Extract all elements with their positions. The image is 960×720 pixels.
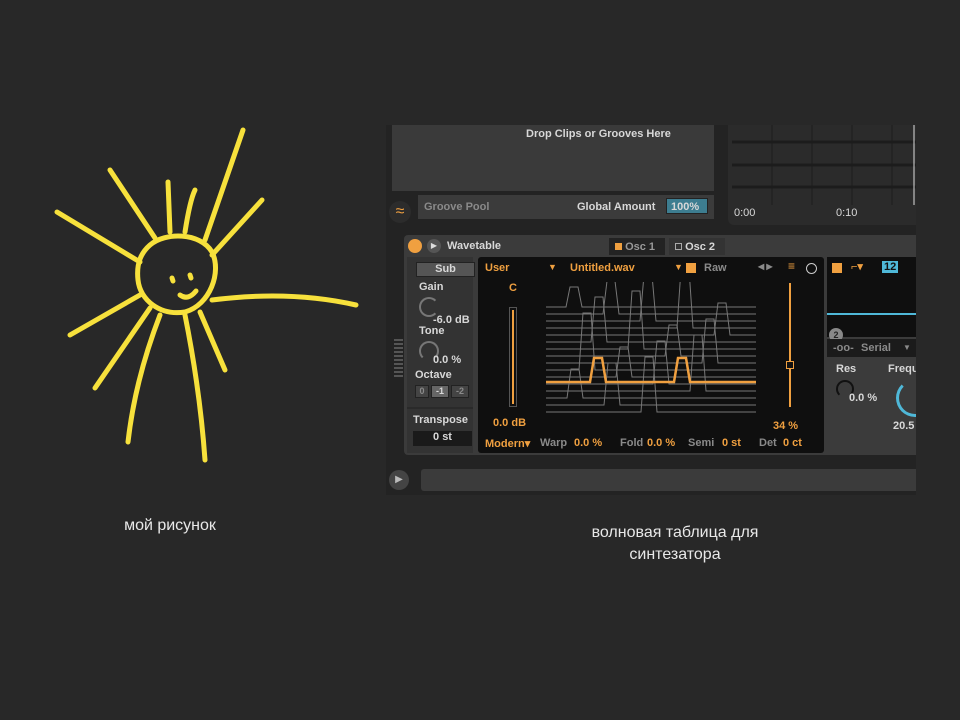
sun-eye bbox=[187, 272, 194, 281]
device-title: Wavetable bbox=[447, 240, 502, 252]
warp-value[interactable]: 0.0 % bbox=[574, 437, 602, 449]
chevron-down-icon[interactable]: ▼ bbox=[674, 262, 683, 272]
chevron-down-icon[interactable]: ▼ bbox=[903, 343, 911, 352]
transpose-label: Transpose bbox=[413, 414, 469, 426]
resize-handle[interactable] bbox=[394, 339, 403, 379]
sun-mouth bbox=[177, 288, 199, 300]
clip-bar[interactable] bbox=[421, 469, 916, 491]
freq-value: 20.5 bbox=[893, 420, 915, 432]
sun-head bbox=[135, 233, 218, 316]
filter-display: ⌐▾ 12 2 bbox=[827, 257, 916, 342]
wavetable-device: ▶ Wavetable Osc 1 Osc 2 Sub Gain -6.0 dB… bbox=[404, 235, 916, 455]
fold-label: Fold bbox=[620, 437, 644, 449]
sun-eye bbox=[169, 275, 176, 284]
res-value: 0.0 % bbox=[849, 392, 878, 404]
wavetable-select[interactable]: Untitled.wav bbox=[570, 262, 635, 274]
gain-label: Gain bbox=[419, 281, 444, 293]
raw-label: Raw bbox=[704, 262, 727, 274]
sun-ray bbox=[54, 209, 143, 265]
freq-label: Frequ bbox=[888, 363, 916, 375]
position-handle[interactable] bbox=[786, 360, 794, 369]
play-button[interactable]: ▶ bbox=[389, 470, 409, 490]
position-value: 34 % bbox=[773, 420, 799, 432]
drawing-caption: мой рисунок bbox=[124, 517, 216, 534]
time-tick: 0:10 bbox=[836, 207, 858, 219]
tone-label: Tone bbox=[419, 325, 445, 337]
prev-next-arrows[interactable]: ◀ ▶ bbox=[758, 262, 773, 271]
gain-slider[interactable] bbox=[509, 307, 517, 407]
warp-label: Warp bbox=[540, 437, 568, 449]
res-label: Res bbox=[836, 363, 857, 375]
position-slider[interactable] bbox=[786, 283, 794, 407]
wavetable-frame bbox=[546, 324, 756, 357]
filter-curve bbox=[827, 313, 916, 315]
wavetable-frame bbox=[546, 290, 756, 350]
wavetable-waveform[interactable] bbox=[546, 282, 756, 422]
tab-osc-2[interactable]: Osc 2 bbox=[669, 238, 725, 255]
det-value[interactable]: 0 ct bbox=[783, 437, 802, 449]
timeline-panel: 0:00 0:10 bbox=[728, 125, 916, 225]
screenshot-caption: волновая таблица для синтезатора bbox=[591, 524, 759, 563]
sun-ray bbox=[209, 197, 265, 258]
wavetable-frame bbox=[546, 346, 756, 378]
raw-checkbox[interactable] bbox=[686, 263, 696, 273]
tone-value: 0.0 % bbox=[433, 354, 462, 366]
filter-type-select[interactable]: ⌐▾ bbox=[851, 260, 863, 273]
wavetable-frame bbox=[546, 286, 756, 308]
gain-db-value: 0.0 dB bbox=[493, 417, 527, 429]
fold-value[interactable]: 0.0 % bbox=[647, 437, 675, 449]
global-amount-field[interactable]: 100% bbox=[666, 198, 708, 214]
routing-select[interactable]: Serial bbox=[861, 342, 891, 354]
play-icon[interactable]: ▶ bbox=[427, 239, 441, 253]
time-tick: 0:00 bbox=[734, 207, 756, 219]
sun-ray bbox=[67, 292, 143, 338]
drop-text: Drop Clips or Grooves Here bbox=[526, 128, 671, 140]
transpose-field[interactable]: 0 st bbox=[413, 431, 472, 446]
groove-drop-area[interactable]: Drop Clips or Grooves Here bbox=[392, 125, 714, 191]
sun-ray bbox=[182, 187, 198, 235]
sun-ray bbox=[165, 179, 173, 235]
sun-ray bbox=[182, 312, 208, 463]
tab-osc-1[interactable]: Osc 1 bbox=[609, 238, 665, 255]
sun-ray bbox=[209, 293, 359, 308]
semi-label: Semi bbox=[688, 437, 715, 449]
oscillator-display: User ▼ Untitled.wav ▼ Raw ◀ ▶ ≡ C 0.0 dB… bbox=[478, 257, 824, 453]
sun-ray bbox=[107, 167, 158, 241]
octave-minus-1[interactable]: -1 bbox=[431, 385, 449, 398]
slope-badge[interactable]: 12 bbox=[882, 261, 899, 273]
circle-icon[interactable] bbox=[806, 263, 817, 274]
live-screenshot: Drop Clips or Grooves Here ≈ Groove Pool… bbox=[386, 125, 916, 495]
pitch-note: C bbox=[509, 282, 517, 294]
octave-minus-2[interactable]: -2 bbox=[451, 385, 469, 398]
wavetable-frame bbox=[546, 282, 756, 322]
chevron-down-icon[interactable]: ▼ bbox=[548, 262, 557, 272]
serial-icon: -oo- bbox=[833, 342, 854, 354]
octave-label: Octave bbox=[415, 369, 452, 381]
category-select[interactable]: User bbox=[485, 262, 509, 274]
sun-ray bbox=[197, 309, 228, 373]
wavetable-frame bbox=[546, 302, 756, 336]
list-icon[interactable]: ≡ bbox=[788, 259, 795, 273]
groove-icon[interactable]: ≈ bbox=[389, 201, 411, 223]
groove-pool-label: Groove Pool bbox=[424, 201, 490, 213]
semi-value[interactable]: 0 st bbox=[722, 437, 741, 449]
sun-drawing bbox=[54, 127, 359, 463]
mode-select[interactable]: Modern▾ bbox=[485, 437, 530, 450]
det-label: Det bbox=[759, 437, 777, 449]
freq-knob[interactable] bbox=[896, 379, 916, 417]
global-amount-label: Global Amount bbox=[577, 201, 656, 213]
filter-on-toggle[interactable] bbox=[832, 263, 842, 273]
octave-0[interactable]: 0 bbox=[415, 385, 429, 398]
sub-toggle[interactable]: Sub bbox=[416, 262, 475, 277]
device-on-toggle[interactable] bbox=[408, 239, 422, 253]
